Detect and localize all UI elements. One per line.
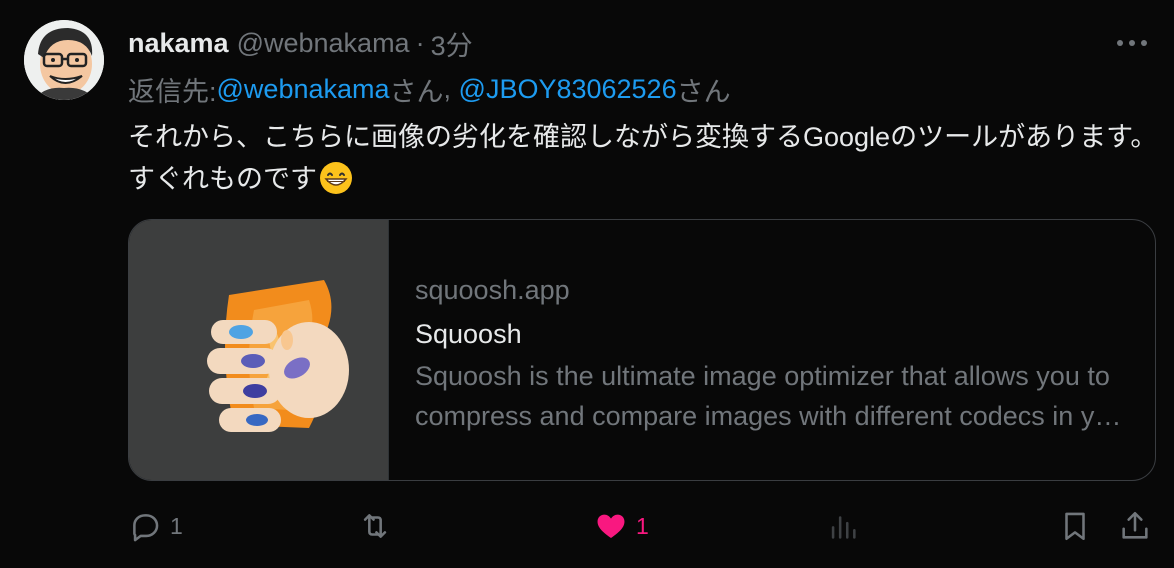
action-bar: 1 1 <box>128 506 1158 546</box>
reply-count: 1 <box>170 512 183 539</box>
reply-prefix: 返信先: <box>128 76 217 107</box>
tweet-text: それから、こちらに画像の劣化を確認しながら変換するGoogleのツールがあります… <box>128 116 1158 200</box>
retweet-icon <box>363 514 387 538</box>
tweet[interactable]: nakama @webnakama · 3分 返信先: @webnakama さ… <box>0 0 1174 568</box>
avatar-illustration <box>24 20 104 100</box>
more-icon <box>1117 40 1147 46</box>
replying-to: 返信先: @webnakama さん , @JBOY83062526 さん <box>128 72 731 107</box>
card-description: Squoosh is the ultimate image optimizer … <box>415 361 1134 431</box>
header-separator: · <box>415 27 425 58</box>
like-button[interactable]: 1 <box>594 506 649 546</box>
tweet-header: nakama @webnakama · 3分 <box>128 24 473 63</box>
mention-suffix: さん <box>676 76 731 107</box>
tweet-body: それから、こちらに画像の劣化を確認しながら変換するGoogleのツールがあります… <box>128 122 1158 194</box>
author-handle[interactable]: @webnakama <box>237 28 410 59</box>
card-title: Squoosh <box>415 319 522 349</box>
heart-icon <box>597 514 625 539</box>
analytics-icon <box>831 516 856 539</box>
views-button[interactable] <box>826 506 868 546</box>
mention-link[interactable]: @JBOY83062526 <box>459 74 677 105</box>
mention-joiner: , <box>443 73 459 104</box>
reply-icon <box>133 514 159 542</box>
mention-link[interactable]: @webnakama <box>217 74 390 105</box>
mention-suffix: さん <box>389 76 444 107</box>
card-thumbnail <box>129 220 389 480</box>
card-domain: squoosh.app <box>415 275 570 305</box>
more-options-button[interactable] <box>1112 30 1152 56</box>
share-icon <box>1122 511 1148 539</box>
link-card[interactable]: squoosh.app Squoosh Squoosh is the ultim… <box>128 219 1156 481</box>
card-body: squoosh.app Squoosh Squoosh is the ultim… <box>389 220 1155 480</box>
share-button[interactable] <box>1118 506 1152 546</box>
bookmark-button[interactable] <box>1058 506 1092 546</box>
squoosh-logo-icon <box>206 280 349 432</box>
like-count: 1 <box>636 512 649 539</box>
timestamp[interactable]: 3分 <box>431 24 473 63</box>
author-name[interactable]: nakama <box>128 28 229 59</box>
reply-button[interactable]: 1 <box>128 506 183 546</box>
avatar[interactable] <box>24 20 104 100</box>
grinning-face-icon <box>319 161 353 195</box>
retweet-button[interactable] <box>358 506 400 546</box>
bookmark-icon <box>1065 512 1085 541</box>
